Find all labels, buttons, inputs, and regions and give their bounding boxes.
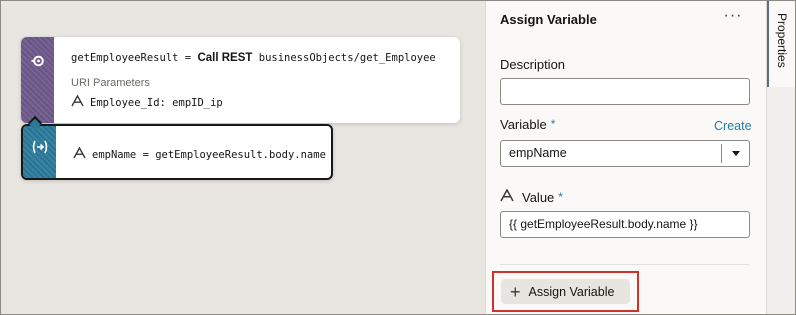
uri-param-row: Employee_Id: empID_ip: [71, 94, 223, 110]
node-strip: [23, 126, 56, 178]
tab-properties[interactable]: Properties: [767, 1, 795, 87]
assign-variable-node[interactable]: empName = getEmployeeResult.body.name: [21, 124, 333, 180]
app-frame: getEmployeeResult = Call REST businessOb…: [0, 0, 796, 315]
plus-icon: +: [510, 281, 521, 302]
call-rest-node[interactable]: getEmployeeResult = Call REST businessOb…: [21, 37, 460, 123]
result-variable: getEmployeeResult: [71, 52, 179, 64]
required-marker: *: [550, 117, 556, 131]
divider: [500, 264, 749, 265]
expression-a-icon: [73, 146, 86, 162]
tab-properties-label: Properties: [775, 13, 789, 68]
assign-expression-row: empName = getEmployeeResult.body.name: [73, 146, 326, 162]
expression-a-icon: [71, 94, 84, 110]
variable-select-value: empName: [509, 146, 567, 160]
call-keyword: Call REST: [197, 52, 253, 64]
equals-sign: =: [184, 52, 192, 64]
variable-select[interactable]: empName: [500, 140, 750, 167]
variable-label-text: Variable: [500, 117, 547, 132]
highlight-box: + Assign Variable: [492, 271, 639, 312]
value-label-text: Value: [522, 189, 555, 205]
assign-expression: empName = getEmployeeResult.body.name: [92, 148, 326, 161]
uri-param-expression: Employee_Id: empID_ip: [90, 96, 223, 109]
side-tab-rail: Properties: [766, 1, 795, 314]
description-label: Description: [500, 57, 566, 72]
assign-variable-icon: [31, 140, 49, 178]
assign-variable-button[interactable]: + Assign Variable: [501, 279, 630, 304]
description-field[interactable]: [500, 78, 750, 105]
variable-label: Variable *: [500, 117, 555, 132]
uri-params-label: URI Parameters: [71, 77, 150, 89]
select-divider: [721, 144, 722, 163]
create-variable-link[interactable]: Create: [714, 119, 752, 133]
value-label: Value *: [500, 188, 563, 205]
chevron-down-icon[interactable]: [732, 151, 740, 156]
flow-canvas[interactable]: getEmployeeResult = Call REST businessOb…: [1, 1, 485, 314]
panel-title: Assign Variable: [500, 12, 597, 27]
assign-variable-button-label: Assign Variable: [528, 284, 615, 299]
required-marker: *: [558, 189, 563, 204]
value-expression-field[interactable]: {{ getEmployeeResult.body.name }}: [500, 211, 750, 238]
rest-node-title: getEmployeeResult = Call REST businessOb…: [71, 52, 436, 64]
properties-panel: Assign Variable ··· Description Variable…: [485, 1, 766, 314]
endpoint-path: businessObjects/get_Employee: [258, 52, 436, 64]
rest-call-icon: [30, 53, 46, 123]
node-strip: [21, 37, 54, 123]
more-options-button[interactable]: ···: [722, 6, 744, 28]
expression-a-icon[interactable]: [500, 188, 514, 205]
